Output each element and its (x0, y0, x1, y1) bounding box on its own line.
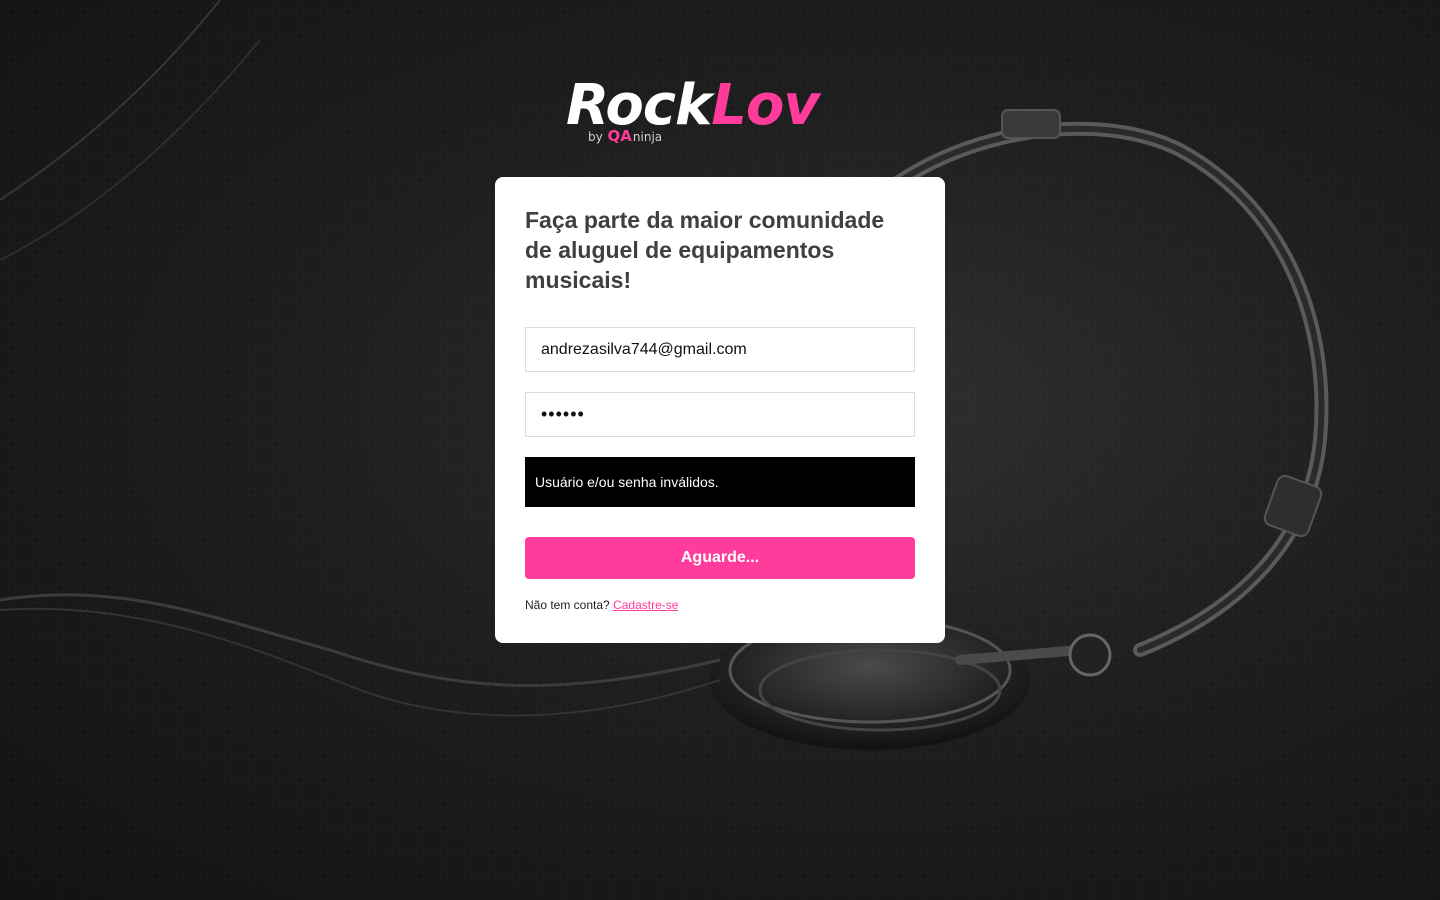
signup-row: Não tem conta? Cadastre-se (525, 598, 678, 612)
logo-wordmark: RockLov (566, 78, 820, 134)
signup-prompt: Não tem conta? (525, 598, 610, 612)
logo-lov: Lov (711, 73, 820, 138)
logo-ninja: ninja (632, 130, 663, 144)
error-alert: Usuário e/ou senha inválidos. (525, 457, 915, 507)
submit-button[interactable]: Aguarde... (525, 537, 915, 579)
password-field[interactable] (525, 392, 915, 437)
logo-byline: by QAninja (588, 128, 662, 145)
email-field[interactable] (525, 327, 915, 372)
logo-by: by (588, 130, 603, 144)
login-card: Faça parte da maior comunidade de alugue… (495, 177, 945, 643)
error-alert-text: Usuário e/ou senha inválidos. (535, 474, 719, 490)
rocklov-logo: RockLov by QAninja (566, 78, 876, 150)
qa-ninja-icon: QA (607, 127, 632, 145)
page-title: Faça parte da maior comunidade de alugue… (525, 207, 885, 293)
signup-link[interactable]: Cadastre-se (613, 598, 678, 612)
